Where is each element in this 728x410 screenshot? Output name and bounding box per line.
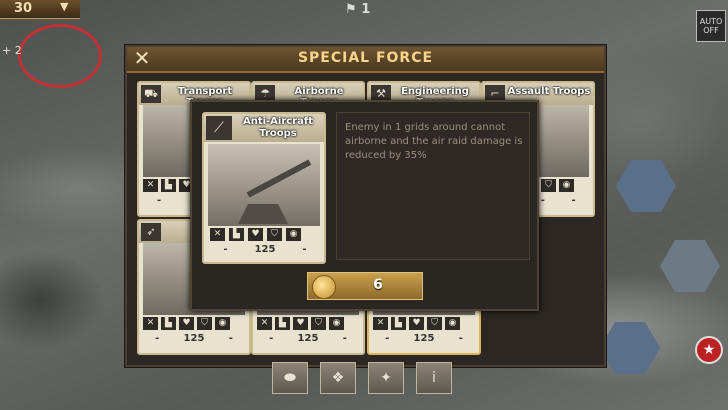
turn-indicator: ⚑ 1 (345, 2, 371, 17)
close-button[interactable]: ✕ (131, 48, 153, 69)
rocket-icon: ➶ (141, 223, 161, 241)
upgrade-button[interactable]: ✦ (368, 362, 404, 394)
attack-icon: ✕ (143, 179, 158, 192)
card-header: ⟋ Anti-Aircraft Troops (204, 114, 324, 142)
shield-icon: ⛉ (197, 317, 212, 330)
unit-tab-button[interactable]: ⬬ (272, 362, 308, 394)
auto-label: AUTO (699, 17, 723, 26)
bottom-toolbar: ⬬ ❖ ✦ i (272, 362, 452, 394)
panel-header: SPECIAL FORCE ✕ (127, 47, 604, 73)
resource-bar[interactable]: 30 ▼ (0, 0, 80, 19)
stat-values: - 125 - (373, 333, 475, 347)
eye-icon: ◉ (445, 317, 460, 330)
panel-title: SPECIAL FORCE (297, 50, 434, 66)
price-label: 6 (373, 277, 383, 293)
map-hex-tile[interactable] (600, 322, 660, 374)
resource-count: 30 (14, 1, 33, 16)
attack-icon: ✕ (143, 317, 158, 330)
shield-icon: ⛉ (267, 228, 282, 241)
map-hex-tile[interactable] (660, 240, 720, 292)
shield-icon: ⛉ (311, 317, 326, 330)
stat-value: - (302, 244, 307, 255)
map-hex-tile[interactable] (616, 160, 676, 212)
cards-button[interactable]: ❖ (320, 362, 356, 394)
auto-button[interactable]: AUTO OFF (696, 10, 726, 42)
shield-icon: ⛉ (427, 317, 442, 330)
eye-icon: ◉ (215, 317, 230, 330)
stat-values: - 125 - (143, 333, 245, 347)
info-button[interactable]: i (416, 362, 452, 394)
stat-value: - (458, 333, 463, 344)
stat-values: - 125 - (257, 333, 359, 347)
stat-value: 125 (183, 333, 205, 344)
boot-icon: ▙ (161, 317, 176, 330)
stat-value: 125 (297, 333, 319, 344)
purchase-button[interactable]: 6 (307, 272, 423, 300)
auto-state: OFF (703, 26, 719, 35)
eye-icon: ◉ (559, 179, 574, 192)
unit-name: Anti-Aircraft Troops (242, 116, 314, 139)
stat-value: - (269, 333, 274, 344)
anti-aircraft-gun-icon: ⟋ (206, 116, 232, 140)
eye-icon: ◉ (286, 228, 301, 241)
stat-value: - (228, 333, 233, 344)
heart-icon: ♥ (409, 317, 424, 330)
card-name: Engineering Troops (401, 86, 469, 100)
heart-icon: ♥ (293, 317, 308, 330)
heart-icon: ♥ (179, 317, 194, 330)
stat-value: 125 (413, 333, 435, 344)
stat-values: - 125 - (210, 244, 320, 258)
attack-icon: ✕ (257, 317, 272, 330)
stat-icons: ✕ ▙ ♥ ⛉ ◉ (143, 317, 245, 331)
chevron-down-icon[interactable]: ▼ (60, 0, 68, 13)
plus-count: + 2 (2, 44, 22, 57)
stat-icons: ✕ ▙ ♥ ⛉ ◉ (257, 317, 359, 331)
city-marker[interactable] (18, 24, 102, 88)
star-emblem-icon[interactable]: ★ (695, 336, 723, 364)
card-name: Airborne Troops (294, 86, 344, 100)
stat-value: 125 (254, 244, 276, 255)
attack-icon: ✕ (373, 317, 388, 330)
turn-count: 1 (361, 2, 371, 17)
featured-unit-card: ⟋ Anti-Aircraft Troops ✕ ▙ ♥ ⛉ ◉ - 125 - (202, 112, 326, 264)
boot-icon: ▙ (391, 317, 406, 330)
stat-icons: ✕ ▙ ♥ ⛉ ◉ (373, 317, 475, 331)
unit-photo (208, 144, 320, 226)
unit-detail-popup: ⟋ Anti-Aircraft Troops ✕ ▙ ♥ ⛉ ◉ - 125 -… (190, 100, 539, 311)
boot-icon: ▙ (275, 317, 290, 330)
description-box: Enemy in 1 grids around cannot airborne … (336, 112, 530, 260)
gun-barrel (246, 159, 312, 198)
boot-icon: ▙ (229, 228, 244, 241)
stat-value: - (155, 333, 160, 344)
unit-description: Enemy in 1 grids around cannot airborne … (345, 122, 523, 161)
boot-icon: ▙ (161, 179, 176, 192)
stat-value: - (156, 195, 162, 206)
truck-icon: ⛟ (141, 85, 161, 103)
gun-base (238, 204, 288, 224)
attack-icon: ✕ (210, 228, 225, 241)
gold-coin-icon (312, 275, 336, 299)
stat-icons: ✕ ▙ ♥ ⛉ ◉ (210, 228, 320, 242)
shield-icon: ⛉ (541, 179, 556, 192)
stat-value: - (540, 195, 545, 206)
eye-icon: ◉ (329, 317, 344, 330)
card-name: Assault Troops (507, 86, 591, 97)
stat-value: - (385, 333, 390, 344)
stat-value: - (342, 333, 347, 344)
card-name: Transport Troops (177, 86, 233, 100)
stat-value: - (223, 244, 228, 255)
stat-value: - (571, 195, 576, 206)
heart-icon: ♥ (248, 228, 263, 241)
